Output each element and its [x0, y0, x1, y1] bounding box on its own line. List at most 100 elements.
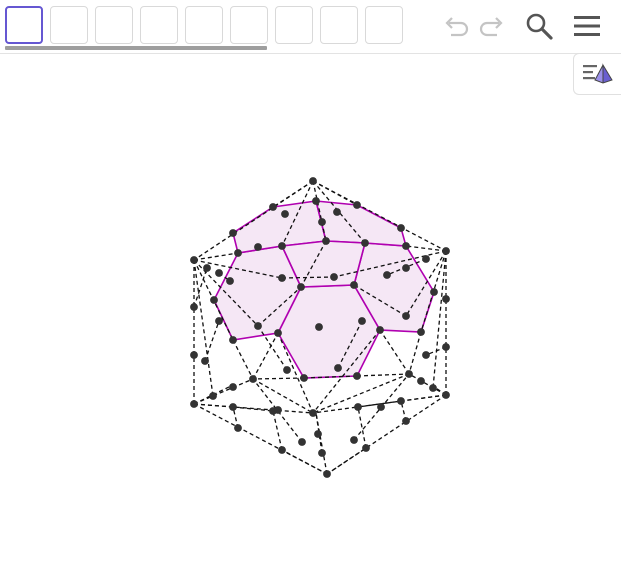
redo-button[interactable]: [476, 10, 508, 42]
vertex-point-20: [226, 277, 234, 285]
vertex-point-21: [278, 274, 286, 282]
vertex-point-2: [269, 203, 277, 211]
tool-button-7[interactable]: [275, 6, 313, 44]
vertex-point-41: [190, 351, 198, 359]
vertex-point-39: [417, 328, 425, 336]
vertex-point-36: [402, 312, 410, 320]
tool-button-3[interactable]: [95, 6, 133, 44]
vertex-point-35: [358, 317, 366, 325]
tool-button-8[interactable]: [320, 6, 358, 44]
tool-button-4[interactable]: [140, 6, 178, 44]
vertex-point-40: [229, 336, 237, 344]
vertex-point-59: [309, 409, 317, 417]
vertex-point-17: [318, 218, 326, 226]
vertex-point-54: [209, 392, 217, 400]
vertex-point-51: [229, 383, 237, 391]
vertex-point-25: [402, 264, 410, 272]
vertex-point-31: [190, 303, 198, 311]
vertex-point-70: [318, 449, 326, 457]
vertex-point-9: [281, 210, 289, 218]
vertex-point-26: [297, 283, 305, 291]
vertex-point-43: [422, 351, 430, 359]
hidden-edge-20: [326, 447, 367, 475]
toolbar: [0, 0, 621, 54]
hidden-edge-29: [252, 332, 279, 380]
vertex-point-18: [203, 264, 211, 272]
vertex-point-61: [377, 403, 385, 411]
undo-button[interactable]: [440, 10, 472, 42]
search-icon: [526, 13, 553, 40]
vertex-point-28: [430, 288, 438, 296]
vertex-point-47: [300, 374, 308, 382]
tool-button-6[interactable]: [230, 6, 268, 44]
vertex-point-62: [397, 397, 405, 405]
vertex-point-15: [234, 249, 242, 257]
vertex-point-38: [376, 326, 384, 334]
vertex-point-4: [353, 201, 361, 209]
vertex-point-14: [278, 242, 286, 250]
face-5: [314, 200, 408, 247]
tool-button-9[interactable]: [365, 6, 403, 44]
vertex-point-49: [249, 375, 257, 383]
undo-icon: [445, 17, 469, 37]
vertex-point-1: [309, 177, 317, 185]
vertex-point-67: [298, 438, 306, 446]
hidden-edge-23: [252, 378, 314, 414]
hidden-edge-18: [408, 373, 447, 396]
vertex-point-33: [254, 322, 262, 330]
vertex-point-10: [333, 208, 341, 216]
vertex-point-8: [190, 256, 198, 264]
vertex-point-12: [361, 239, 369, 247]
vertex-point-58: [274, 406, 282, 414]
vertex-point-66: [402, 417, 410, 425]
vertex-point-22: [330, 273, 338, 281]
vertex-point-55: [190, 400, 198, 408]
vertex-point-37: [274, 329, 282, 337]
vertex-point-56: [229, 403, 237, 411]
vertex-point-24: [422, 255, 430, 263]
tool-button-5[interactable]: [185, 6, 223, 44]
vertex-point-6: [442, 247, 450, 255]
vertex-point-45: [283, 366, 291, 374]
vertex-point-3: [312, 197, 320, 205]
vertex-point-60: [354, 403, 362, 411]
vertex-point-34: [315, 323, 323, 331]
hidden-edge-62: [356, 373, 410, 377]
hidden-edge-11: [193, 403, 234, 408]
vertex-point-72: [323, 470, 331, 478]
search-button[interactable]: [523, 10, 555, 42]
hidden-edge-53: [204, 320, 220, 362]
hidden-edge-25: [232, 339, 254, 380]
redo-icon: [479, 17, 503, 37]
hidden-edge-21: [193, 403, 314, 414]
vertex-point-50: [405, 370, 413, 378]
tool-move-button[interactable]: [5, 6, 43, 44]
vertex-point-53: [429, 384, 437, 392]
hidden-edge-30: [379, 329, 410, 375]
polyhedron-drawing: [190, 177, 450, 478]
vertex-point-7: [229, 229, 237, 237]
hidden-edge-61: [252, 377, 305, 380]
vertex-point-19: [215, 269, 223, 277]
vertex-point-13: [402, 242, 410, 250]
vertex-point-32: [215, 317, 223, 325]
vertex-point-11: [322, 237, 330, 245]
vertex-point-30: [210, 296, 218, 304]
vertex-point-16: [254, 243, 262, 251]
vertex-point-69: [278, 446, 286, 454]
vertex-point-42: [442, 343, 450, 351]
vertex-point-5: [397, 224, 405, 232]
menu-button[interactable]: [571, 10, 603, 42]
vertex-point-46: [334, 364, 342, 372]
tool-button-2[interactable]: [50, 6, 88, 44]
hidden-edge-9: [193, 252, 239, 261]
graphics-view[interactable]: [0, 54, 621, 583]
vertex-point-27: [350, 281, 358, 289]
vertex-point-71: [362, 444, 370, 452]
hidden-edge-26: [408, 331, 422, 375]
vertex-point-44: [201, 357, 209, 365]
vertex-point-23: [383, 271, 391, 279]
vertex-point-68: [350, 436, 358, 444]
vertex-point-64: [234, 424, 242, 432]
vertex-point-63: [442, 391, 450, 399]
